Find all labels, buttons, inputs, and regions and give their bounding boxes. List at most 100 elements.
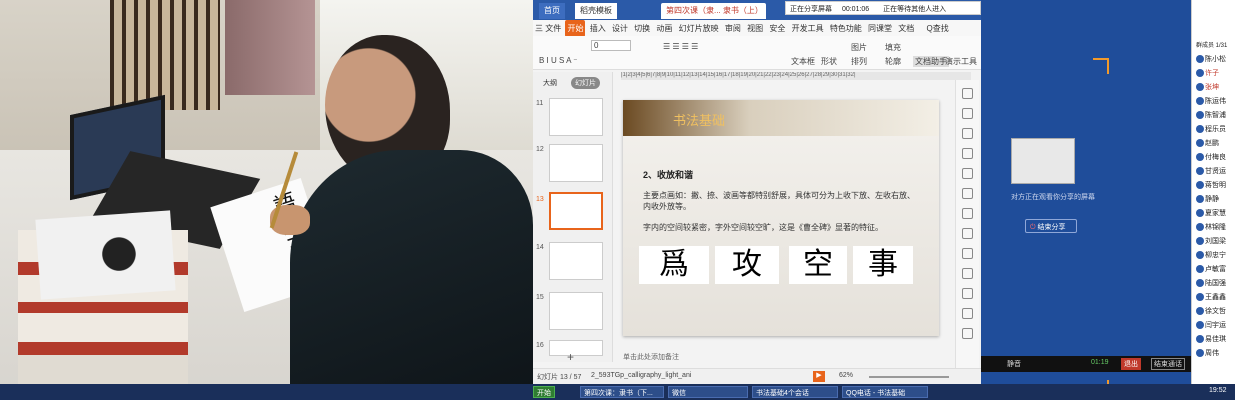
slide-thumbnail[interactable] [549, 242, 603, 280]
member-item[interactable]: 付梅良 [1196, 152, 1226, 162]
member-name: 陈运伟 [1205, 98, 1226, 105]
tab-template[interactable]: 稻壳模板 [575, 3, 617, 19]
slide-thumbnail[interactable] [549, 340, 603, 356]
tool-icon[interactable] [962, 88, 973, 99]
taskbar-item[interactable]: 微信 [668, 386, 748, 398]
menu-security[interactable]: 安全 [767, 20, 787, 36]
menu-dev-tools[interactable]: 开发工具 [790, 20, 826, 36]
menu-design[interactable]: 设计 [610, 20, 630, 36]
slides-tab[interactable]: 幻灯片 [571, 77, 600, 89]
arrange-button[interactable]: 排列 [851, 56, 867, 67]
tab-document[interactable]: 第四次课（隶... 隶书（上） [661, 3, 766, 19]
paragraph-icons[interactable]: ☰ ☰ ☰ ☰ [663, 42, 698, 51]
calligraphy-char-2: 攻 [715, 246, 779, 284]
member-item[interactable]: 张坤 [1196, 82, 1219, 92]
menu-file[interactable]: 三 文件 [533, 20, 563, 36]
mute-label[interactable]: 静音 [1007, 359, 1021, 369]
member-item[interactable]: 陈运伟 [1196, 96, 1226, 106]
tool-icon[interactable] [962, 268, 973, 279]
member-item[interactable]: 柳忠宁 [1196, 250, 1226, 260]
slide-thumbnail[interactable] [549, 144, 603, 182]
taskbar-item[interactable]: 第四次课：隶书（下... [580, 386, 664, 398]
picture-button[interactable]: 图片 [851, 42, 867, 53]
tool-icon[interactable] [962, 288, 973, 299]
add-slide-icon[interactable]: + [567, 350, 574, 364]
fill-button[interactable]: 填充 [885, 42, 901, 53]
member-item[interactable]: 陈小松 [1196, 54, 1226, 64]
tool-icon[interactable] [962, 248, 973, 259]
member-item[interactable]: 陆国强 [1196, 278, 1226, 288]
member-item[interactable]: 许子 [1196, 68, 1219, 78]
menu-classroom[interactable]: 同课堂 [866, 20, 894, 36]
menu-slideshow[interactable]: 幻灯片放映 [677, 20, 721, 36]
member-item[interactable]: 夏家慧 [1196, 208, 1226, 218]
tool-icon[interactable] [962, 168, 973, 179]
zoom-slider[interactable] [869, 376, 949, 378]
avatar [1196, 321, 1204, 330]
shape-button[interactable]: 形状 [821, 56, 837, 67]
menu-doc[interactable]: 文档 [896, 20, 916, 36]
tool-icon[interactable] [962, 108, 973, 119]
member-item[interactable]: 周伟 [1196, 348, 1219, 358]
member-item[interactable]: 甘贤运 [1196, 166, 1226, 176]
member-name: 程乐员 [1205, 126, 1226, 133]
presenter-tools-button[interactable]: 演示工具 [945, 56, 977, 67]
slide-number: 16 [536, 342, 544, 349]
tool-icon[interactable] [962, 228, 973, 239]
member-item[interactable]: 刘国梁 [1196, 236, 1226, 246]
tool-icon[interactable] [962, 188, 973, 199]
taskbar-item[interactable]: QQ电话 - 书法基础 [842, 386, 928, 398]
slide-number: 15 [536, 294, 544, 301]
tool-icon[interactable] [962, 128, 973, 139]
member-item[interactable]: 卢敏富 [1196, 264, 1226, 274]
member-name: 陈小松 [1205, 56, 1226, 63]
menu-insert[interactable]: 插入 [588, 20, 608, 36]
member-item[interactable]: 林锦隆 [1196, 222, 1226, 232]
tab-home[interactable]: 首页 [539, 3, 565, 19]
font-size-input[interactable]: 0 [591, 40, 631, 51]
taskbar-item[interactable]: 书法基础4个会话 [752, 386, 838, 398]
end-call-button[interactable]: 结束通话 [1151, 358, 1185, 370]
member-item[interactable]: 易佳琪 [1196, 334, 1226, 344]
slide-thumbnail-selected[interactable] [549, 192, 603, 230]
textbox-button[interactable]: 文本框 [791, 56, 815, 67]
outline-tab[interactable]: 大纲 [543, 78, 557, 88]
bold-italic-icons[interactable]: B I U S A ⁻ [539, 56, 577, 65]
avatar [1196, 349, 1204, 358]
tool-icon[interactable] [962, 308, 973, 319]
horizontal-ruler: |1|2|3|4|5|6|7|8|9|10|11|12|13|14|15|16|… [621, 72, 971, 80]
member-item[interactable]: 蒋哲明 [1196, 180, 1226, 190]
member-item[interactable]: 赵鹏 [1196, 138, 1219, 148]
tool-icon[interactable] [962, 208, 973, 219]
presentation-window: 首页 稻壳模板 第四次课（隶... 隶书（上） 正在分享屏幕 00:01:06 … [533, 0, 981, 400]
slide-thumbnail[interactable] [549, 292, 603, 330]
menu-review[interactable]: 审阅 [723, 20, 743, 36]
tool-icon[interactable] [962, 328, 973, 339]
notes-placeholder[interactable]: 单击此处添加备注 [623, 352, 679, 362]
search-button[interactable]: Q查找 [925, 20, 951, 36]
menu-transition[interactable]: 切换 [632, 20, 652, 36]
menu-special[interactable]: 特色功能 [828, 20, 864, 36]
avatar [1196, 139, 1204, 148]
member-item[interactable]: 程乐员 [1196, 124, 1226, 134]
share-caption: 对方正在观看你分享的屏幕 [1011, 194, 1095, 201]
menu-view[interactable]: 视图 [745, 20, 765, 36]
member-item[interactable]: 徐文哲 [1196, 306, 1226, 316]
menu-start[interactable]: 开始 [565, 20, 586, 36]
play-button[interactable]: ▶ [813, 371, 825, 382]
member-item[interactable]: 王鑫鑫 [1196, 292, 1226, 302]
start-button[interactable]: 开始 [533, 386, 555, 398]
stop-share-button[interactable]: ⏻ 结束分享 [1025, 219, 1077, 233]
exit-button[interactable]: 退出 [1121, 358, 1141, 370]
doc-assistant-button[interactable]: 文档助手 [913, 56, 949, 67]
outline-button[interactable]: 轮廓 [885, 56, 901, 67]
menu-animation[interactable]: 动画 [654, 20, 674, 36]
tool-icon[interactable] [962, 148, 973, 159]
slide-count: 幻灯片 13 / 57 [537, 374, 582, 381]
member-item[interactable]: 静静 [1196, 194, 1219, 204]
slide-heading: 2、收放和谐 [643, 170, 694, 180]
member-item[interactable]: 闫宇运 [1196, 320, 1226, 330]
current-slide[interactable]: 书法基础 2、收放和谐 主要点画如：撇、捺、波画等都特别舒展，具体可分为上收下放… [623, 100, 939, 336]
slide-thumbnail[interactable] [549, 98, 603, 136]
member-item[interactable]: 陈智浦 [1196, 110, 1226, 120]
